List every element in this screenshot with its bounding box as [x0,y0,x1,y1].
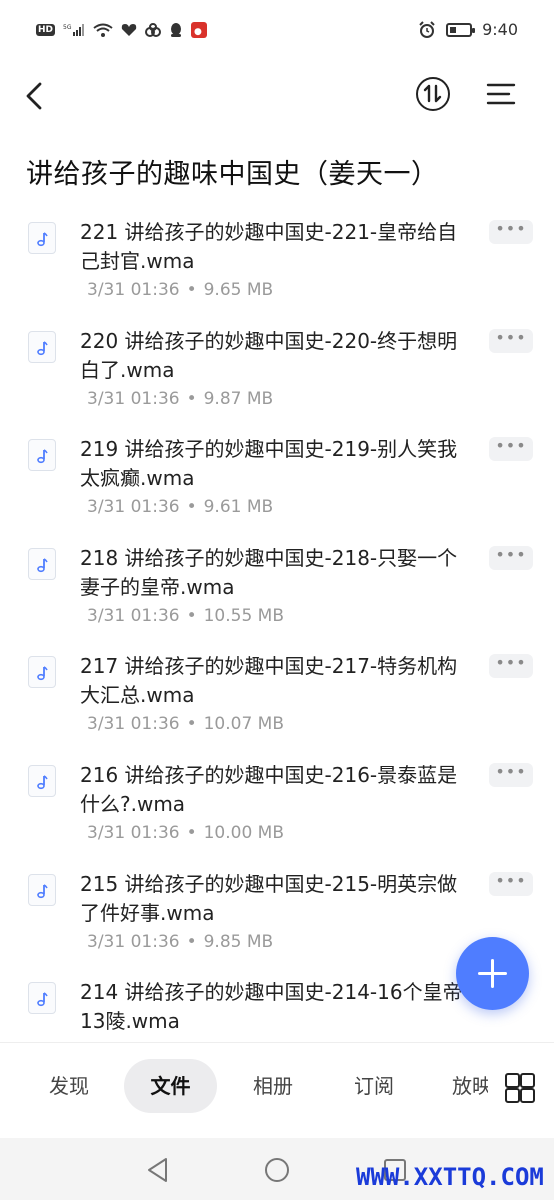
nav-back-icon[interactable] [146,1157,170,1183]
audio-file-icon [28,222,56,254]
more-options-button[interactable]: ••• [489,328,533,353]
list-menu-icon[interactable] [485,80,517,108]
audio-file-icon [28,330,56,363]
file-date: 3/31 01:36 [87,605,180,626]
file-name[interactable]: 216 讲给孩子的妙趣中国史-216-景泰蓝是什么?.wma [80,761,465,819]
file-date: 3/31 01:36 [87,280,180,300]
tab-album[interactable]: 相册 [234,1059,312,1113]
music-note-icon [37,232,48,247]
wifi-icon [93,23,113,37]
signal-5g-icon: 5G [63,24,85,36]
file-name[interactable]: 218 讲给孩子的妙趣中国史-218-只娶一个妻子的皇帝.wma [80,544,465,602]
audio-file-icon [28,873,56,906]
meta-separator: • [186,822,197,843]
file-date: 3/31 01:36 [87,714,180,735]
file-meta: 3/31 01:36 • 9.85 MB [87,932,273,952]
page-title: 讲给孩子的趣味中国史（姜天一） [26,159,439,190]
file-date: 3/31 01:36 [87,497,180,518]
grid-icon[interactable] [505,1073,535,1103]
file-meta: 3/31 01:36 • 10.07 MB [87,714,284,734]
top-nav [0,62,554,132]
music-note-icon [37,775,48,790]
file-date: 3/31 01:36 [87,931,180,952]
sort-button[interactable] [416,77,450,111]
svg-text:●: ● [194,27,202,37]
battery-icon [446,22,476,37]
file-name[interactable]: 220 讲给孩子的妙趣中国史-220-终于想明白了.wma [80,327,465,385]
file-row[interactable]: 216 讲给孩子的妙趣中国史-216-景泰蓝是什么?.wma 3/31 01:36… [0,753,554,862]
svg-text:5G: 5G [63,24,72,31]
more-options-button[interactable]: ••• [489,762,533,787]
meta-separator: • [186,388,197,409]
more-options-button[interactable]: ••• [489,654,533,679]
audio-file-icon [28,547,56,580]
more-options-button[interactable]: ••• [489,220,533,244]
music-note-icon [37,992,48,1007]
meta-separator: • [186,931,197,952]
file-meta: 3/31 01:36 • 9.87 MB [87,389,273,409]
file-name[interactable]: 215 讲给孩子的妙趣中国史-215-明英宗做了件好事.wma [80,870,465,928]
status-bar: HD 5G ● 9:40 [0,0,554,62]
more-options-button[interactable]: ••• [489,437,533,462]
file-size: 9.87 MB [203,388,274,409]
audio-file-icon [28,656,56,689]
meta-separator: • [186,605,197,626]
file-row[interactable]: 221 讲给孩子的妙趣中国史-221-皇帝给自己封官.wma 3/31 01:36… [0,210,554,319]
status-time: 9:40 [482,20,518,39]
music-note-icon [37,558,48,572]
meta-separator: • [186,280,197,300]
file-name[interactable]: 221 讲给孩子的妙趣中国史-221-皇帝给自己封官.wma [80,218,465,276]
add-button[interactable] [456,937,529,1010]
file-row[interactable]: 219 讲给孩子的妙趣中国史-219-别人笑我太疯癫.wma 3/31 01:36… [0,427,554,536]
more-options-button[interactable]: ••• [489,871,533,896]
audio-file-icon [28,982,56,1015]
file-size: 10.07 MB [203,714,285,735]
meta-separator: • [186,714,197,735]
tab-files[interactable]: 文件 [124,1059,217,1113]
tab-subscribe[interactable]: 订阅 [334,1059,414,1113]
file-name[interactable]: 219 讲给孩子的妙趣中国史-219-别人笑我太疯癫.wma [80,435,465,493]
sort-arrows-icon [423,84,442,103]
file-row[interactable]: 220 讲给孩子的妙趣中国史-220-终于想明白了.wma 3/31 01:36 •… [0,319,554,428]
file-meta: 3/31 01:36 • 10.00 MB [87,823,284,843]
bottom-tab-bar: 发现 文件 相册 订阅 放映 [0,1042,554,1139]
more-options-button[interactable]: ••• [489,545,533,570]
back-arrow-icon[interactable] [20,76,50,116]
alarm-icon [419,20,435,38]
file-date: 3/31 01:36 [87,388,180,409]
tab-discover[interactable]: 发现 [30,1059,108,1113]
cloud-app-icon [145,23,162,37]
file-row[interactable]: 218 讲给孩子的妙趣中国史-218-只娶一个妻子的皇帝.wma 3/31 01:… [0,536,554,645]
file-size: 10.00 MB [203,822,285,843]
meta-separator: • [186,497,197,518]
nav-home-icon[interactable] [264,1157,290,1183]
file-meta: 3/31 01:36 • 9.61 MB [87,497,273,517]
file-name[interactable]: 214 讲给孩子的妙趣中国史-214-16个皇帝13陵.wma [80,978,465,1036]
file-size: 9.85 MB [203,931,274,952]
file-meta: 3/31 01:36 • 9.65 MB [87,280,273,300]
file-row[interactable]: 217 讲给孩子的妙趣中国史-217-特务机构大汇总.wma 3/31 01:36… [0,644,554,753]
file-size: 9.61 MB [203,497,274,518]
audio-file-icon [28,764,56,797]
file-name[interactable]: 217 讲给孩子的妙趣中国史-217-特务机构大汇总.wma [80,652,465,710]
file-date: 3/31 01:36 [87,822,180,843]
audio-file-icon [28,439,56,472]
file-size: 10.55 MB [203,605,285,626]
music-note-icon [37,449,48,464]
hd-icon: HD [36,24,56,36]
tab-partial[interactable]: 放映 [452,1059,488,1113]
status-right: 9:40 [418,20,518,39]
app-icon: ● [191,22,208,38]
music-note-icon [37,666,48,681]
watermark: WWW.XXTTQ.COM [356,1163,544,1191]
music-note-icon [37,340,48,355]
file-size: 9.65 MB [203,280,274,300]
file-meta: 3/31 01:36 • 10.55 MB [87,606,284,626]
music-note-icon [37,883,48,898]
heart-icon [121,24,137,36]
qq-icon [171,23,182,37]
status-left-icons: HD 5G ● [36,22,208,38]
